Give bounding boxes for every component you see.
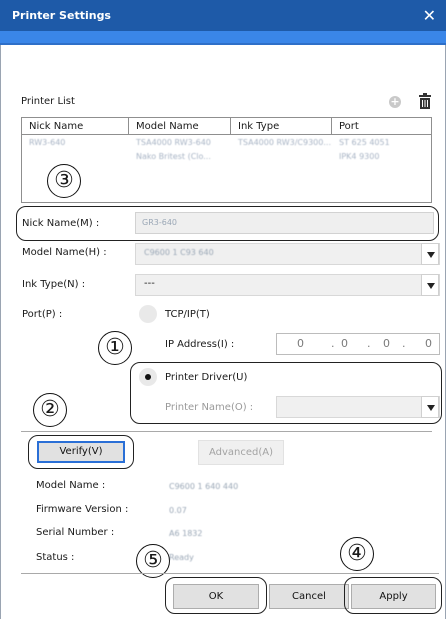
printer-list-label: Printer List — [21, 96, 75, 107]
advanced-button[interactable]: Advanced(A) — [198, 440, 284, 465]
ip-octet: 0 — [383, 337, 390, 350]
printer-name-label: Printer Name(O) : — [165, 402, 254, 413]
ink-type-select[interactable]: --- — [135, 274, 440, 296]
status-label: Status : — [36, 552, 75, 563]
info-model-name-label: Model Name : — [36, 480, 106, 491]
printer-driver-label[interactable]: Printer Driver(U) — [165, 372, 247, 383]
callout-3: ③ — [47, 164, 81, 198]
table-row[interactable]: RW3-640 TSA4000 RW3-640 TSA4000 RW3/C930… — [22, 136, 431, 150]
table-header: Nick Name Model Name Ink Type Port — [22, 118, 431, 135]
printer-name-select[interactable] — [276, 396, 440, 418]
ink-type-label: Ink Type(N) : — [22, 279, 86, 290]
model-name-label: Model Name(H) : — [22, 247, 107, 258]
model-name-select[interactable]: C9600 1 C93 640 — [135, 243, 440, 265]
close-icon[interactable]: ✕ — [423, 6, 436, 25]
printer-driver-radio[interactable] — [139, 368, 157, 386]
callout-1: ① — [98, 331, 132, 365]
ip-address-field[interactable]: 0 . 0 . 0 . 0 — [276, 333, 440, 355]
table-cell: RW3-640 — [29, 138, 66, 147]
column-header-port[interactable]: Port — [332, 118, 431, 135]
ip-octet: 0 — [425, 337, 432, 350]
apply-button[interactable]: Apply — [351, 584, 436, 609]
ink-type-value: --- — [144, 278, 155, 289]
title-bar: Printer Settings ✕ — [0, 0, 446, 31]
info-model-name-value: C9600 1 640 440 — [169, 482, 239, 491]
tcpip-radio[interactable] — [139, 305, 157, 323]
table-cell: TSA4000 RW3/C9300... — [238, 138, 331, 147]
chevron-down-icon[interactable] — [421, 396, 439, 418]
column-header-model-name[interactable]: Model Name — [129, 118, 231, 135]
divider — [21, 431, 432, 432]
nick-name-field[interactable]: GR3-640 — [135, 212, 434, 234]
ip-octet: 0 — [341, 337, 348, 350]
serial-number-value: A6 1832 — [169, 529, 203, 538]
column-header-ink-type[interactable]: Ink Type — [231, 118, 332, 135]
printer-list-table[interactable]: Nick Name Model Name Ink Type Port RW3-6… — [21, 117, 432, 203]
serial-number-label: Serial Number : — [36, 527, 115, 538]
divider — [21, 573, 439, 574]
callout-2: ② — [33, 393, 67, 427]
window-title: Printer Settings — [12, 9, 111, 22]
table-cell: ST 625 4051 — [339, 138, 390, 147]
table-cell: TSA4000 RW3-640 — [136, 138, 211, 147]
firmware-version-value: 0.07 — [169, 506, 187, 515]
column-header-nick-name[interactable]: Nick Name — [22, 118, 129, 135]
port-label: Port(P) : — [22, 309, 63, 320]
table-cell: Nako Britest (Clo... — [136, 152, 211, 161]
chevron-down-icon[interactable] — [421, 243, 439, 265]
status-value: Ready — [169, 553, 194, 562]
add-icon[interactable]: + — [389, 96, 401, 108]
ok-button[interactable]: OK — [173, 584, 259, 609]
verify-button[interactable]: Verify(V) — [37, 441, 125, 463]
title-accent-bar — [0, 31, 446, 45]
table-cell: IPK4 9300 — [339, 152, 380, 161]
ip-octet: 0 — [297, 337, 304, 350]
table-row[interactable]: Nako Britest (Clo... IPK4 9300 — [22, 150, 431, 164]
tcpip-label[interactable]: TCP/IP(T) — [165, 309, 210, 320]
model-name-value: C9600 1 C93 640 — [144, 248, 214, 257]
ip-address-label: IP Address(I) : — [165, 339, 235, 350]
callout-4: ④ — [340, 537, 374, 571]
trash-icon[interactable] — [419, 93, 431, 109]
nick-name-label: Nick Name(M) : — [22, 218, 100, 229]
cancel-button[interactable]: Cancel — [269, 584, 349, 609]
firmware-version-label: Firmware Version : — [36, 504, 129, 515]
chevron-down-icon[interactable] — [421, 274, 439, 296]
